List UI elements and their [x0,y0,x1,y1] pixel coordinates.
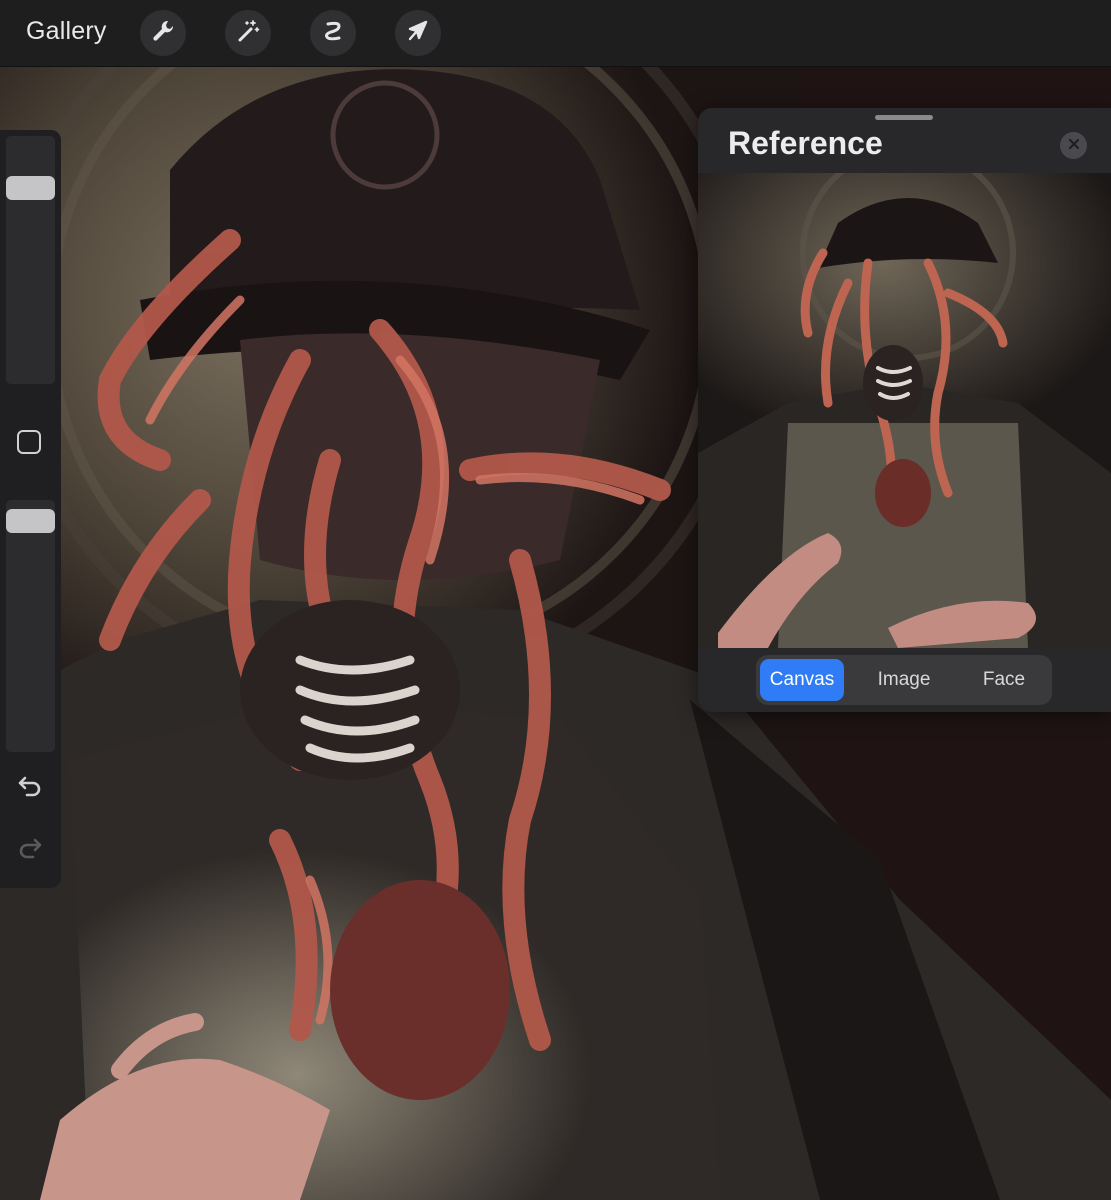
reference-preview [698,173,1111,648]
adjustments-button[interactable] [225,10,271,56]
brush-opacity-thumb[interactable] [6,509,55,533]
brush-size-thumb[interactable] [6,176,55,200]
reference-title: Reference [728,125,883,161]
modify-button[interactable] [17,430,41,454]
magic-wand-icon [234,17,262,50]
tab-face[interactable]: Face [958,659,1050,701]
selection-button[interactable] [310,10,356,56]
redo-icon [16,836,44,865]
reference-close-button[interactable] [1060,132,1087,159]
s-selection-icon [319,17,347,50]
reference-panel[interactable]: Reference Canvas Image Face [698,108,1111,712]
tab-image[interactable]: Image [858,659,950,701]
brush-sidebar [0,130,61,888]
actions-button[interactable] [140,10,186,56]
procreate-app: Gallery Reference Canvas Image Face [0,0,1111,1200]
undo-button[interactable] [14,774,46,802]
redo-button[interactable] [14,836,46,864]
reference-mode-control: Canvas Image Face [756,655,1052,705]
brush-size-slider[interactable] [6,136,55,384]
brush-opacity-slider[interactable] [6,500,55,752]
wrench-icon [149,17,177,50]
top-toolbar: Gallery [0,0,1111,67]
tab-canvas[interactable]: Canvas [760,659,844,701]
arrow-cursor-icon [404,17,432,50]
transform-button[interactable] [395,10,441,56]
panel-grab-handle[interactable] [875,115,933,120]
gallery-button[interactable]: Gallery [26,17,107,46]
close-icon [1068,137,1080,155]
undo-icon [16,774,44,803]
